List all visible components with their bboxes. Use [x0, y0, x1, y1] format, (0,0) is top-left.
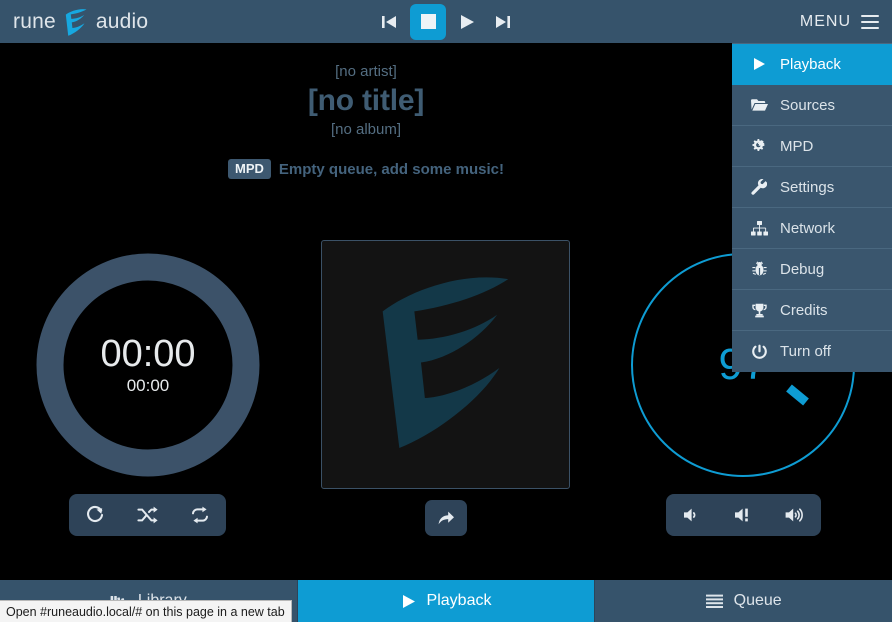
play-icon: [748, 57, 770, 71]
playback-mode-buttons: [69, 494, 226, 536]
next-track-button[interactable]: [488, 7, 518, 37]
tab-playback[interactable]: Playback: [297, 580, 596, 622]
hamburger-icon: [861, 14, 879, 29]
menu-toggle-button[interactable]: MENU: [800, 0, 879, 43]
step-forward-icon: [496, 15, 510, 28]
shuffle-icon: [137, 506, 158, 524]
random-button[interactable]: [124, 494, 170, 536]
menu-item-label: Playback: [780, 55, 841, 73]
trophy-icon: [748, 303, 770, 318]
menu-toggle-label: MENU: [799, 12, 851, 30]
step-backward-icon: [382, 15, 396, 28]
menu-item-turn-off[interactable]: Turn off: [732, 331, 892, 372]
list-icon: [705, 594, 723, 608]
notification: MPD Empty queue, add some music!: [0, 159, 732, 179]
brand-word-left: rune: [13, 10, 56, 33]
menu-item-label: Debug: [780, 260, 825, 278]
share-button[interactable]: [425, 500, 467, 536]
track-artist: [no artist]: [335, 63, 397, 80]
browser-status-tooltip: Open #runeaudio.local/# on this page in …: [0, 600, 292, 622]
stop-button[interactable]: [410, 3, 446, 40]
brand-logo[interactable]: rune audio: [13, 0, 148, 43]
repeat-icon: [191, 506, 208, 524]
track-album: [no album]: [330, 121, 402, 138]
menu-item-label: Credits: [780, 301, 828, 319]
menu-item-label: Network: [780, 219, 836, 237]
tab-label: Playback: [426, 592, 492, 609]
album-art[interactable]: [321, 240, 570, 489]
volume-mute-icon: [735, 508, 749, 522]
folder-open-icon: [748, 98, 770, 112]
repeat-one-icon: [87, 505, 104, 522]
brand-word-right: audio: [95, 10, 149, 33]
status-badge: MPD: [228, 159, 271, 179]
repeat-button[interactable]: [177, 494, 223, 536]
menu-item-settings[interactable]: Settings: [732, 167, 892, 208]
menu-item-network[interactable]: Network: [732, 208, 892, 249]
volume-down-button[interactable]: [669, 494, 715, 536]
play-button[interactable]: [452, 7, 482, 37]
menu-item-label: Settings: [780, 178, 835, 196]
album-art-column: [321, 240, 571, 536]
transport-controls: [371, 0, 521, 43]
stop-icon: [420, 14, 436, 29]
menu-item-debug[interactable]: Debug: [732, 249, 892, 290]
play-icon: [401, 594, 416, 609]
track-title: [no title]: [307, 84, 425, 117]
volume-up-icon: [785, 508, 804, 522]
menu-item-sources[interactable]: Sources: [732, 85, 892, 126]
volume-up-button[interactable]: [772, 494, 818, 536]
repeat-one-button[interactable]: [72, 494, 118, 536]
main-menu-dropdown: Playback Sources MPD Settings Network De…: [732, 43, 892, 372]
tab-label: Queue: [733, 592, 782, 609]
menu-item-playback[interactable]: Playback: [732, 44, 892, 85]
share-arrow-icon: [438, 511, 454, 525]
gears-icon: [748, 138, 770, 154]
notification-text: Empty queue, add some music!: [278, 160, 504, 178]
menu-item-credits[interactable]: Credits: [732, 290, 892, 331]
power-icon: [748, 344, 770, 360]
play-icon: [461, 14, 474, 29]
seek-knob-ring: [36, 253, 260, 477]
volume-buttons: [666, 494, 821, 536]
volume-down-icon: [683, 508, 696, 522]
wrench-icon: [748, 179, 770, 195]
menu-item-label: MPD: [780, 137, 814, 155]
menu-item-label: Turn off: [780, 343, 831, 360]
bug-icon: [748, 261, 770, 277]
time-column: 00:00 00:00: [23, 240, 273, 536]
menu-item-label: Sources: [780, 96, 836, 114]
now-playing-info: [no artist] [no title] [no album] MPD Em…: [0, 43, 732, 179]
runeaudio-mask-icon: [61, 6, 91, 38]
runeaudio-app: rune audio MENU Playback Sources MPD Set…: [0, 0, 892, 622]
previous-track-button[interactable]: [374, 7, 404, 37]
menu-item-mpd[interactable]: MPD: [732, 126, 892, 167]
tab-queue[interactable]: Queue: [595, 580, 892, 622]
mute-button[interactable]: [720, 494, 766, 536]
sitemap-icon: [748, 220, 770, 236]
seek-knob[interactable]: 00:00 00:00: [23, 240, 273, 490]
top-bar: rune audio MENU: [0, 0, 892, 43]
runeaudio-mask-icon: [362, 262, 530, 467]
